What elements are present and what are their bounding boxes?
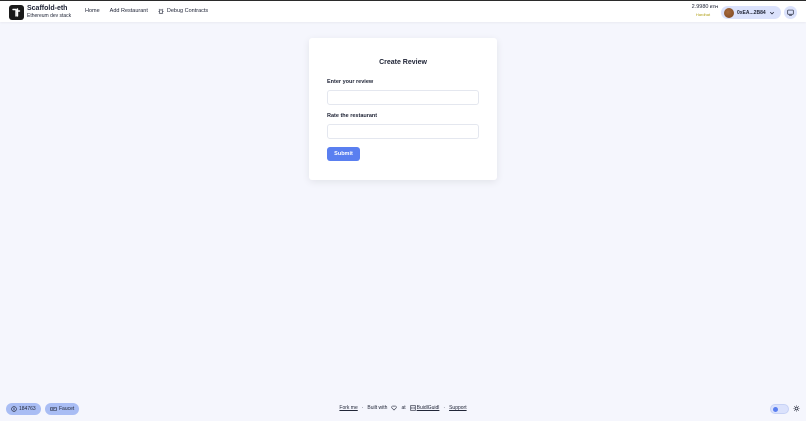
bug-icon [158,8,164,14]
top-header: Scaffold-eth Ethereum dev stack Home Add… [0,0,806,22]
chevron-down-icon [769,11,774,14]
nav-add-restaurant[interactable]: Add Restaurant [105,8,153,14]
network-name: Hardhat [695,11,711,17]
fork-me-link[interactable]: Fork me [339,405,357,411]
built-with-text: Built with [367,405,388,411]
account-button[interactable]: 0xEA...2B84 [721,6,781,19]
qr-code-button[interactable] [784,6,797,19]
brand-title: Scaffold-eth [27,5,68,12]
rating-label: Rate the restaurant [327,113,378,119]
balance-amount: 2.9980 [691,4,709,10]
submit-button[interactable]: Submit [327,147,360,161]
rating-input[interactable] [327,124,479,139]
heart-icon [391,405,398,411]
form-title: Create Review [379,59,427,66]
nav-home[interactable]: Home [80,8,105,14]
buidlguidl-logo-icon [409,405,416,411]
footer-separator-2: · [443,405,446,411]
create-review-card: Create Review Enter your review Rate the… [309,38,497,180]
sun-icon [793,405,800,412]
balance-unit: ETH [710,4,718,9]
at-text: at [401,405,406,411]
main-nav: Home Add Restaurant Debug Contracts [80,8,213,14]
footer-separator: · [361,405,364,411]
review-label: Enter your review [327,79,374,85]
buidlguidl-label: BuidlGuidl [416,405,440,411]
nav-debug-contracts-label: Debug Contracts [166,8,209,14]
account-address: 0xEA...2B84 [737,9,766,16]
nav-debug-contracts[interactable]: Debug Contracts [153,8,213,14]
scaffold-eth-logo[interactable] [9,5,24,20]
avatar [724,7,734,18]
review-input[interactable] [327,90,479,105]
brand[interactable]: Scaffold-eth Ethereum dev stack [27,5,71,19]
footer-links: Fork me · Built with at BuidlGuidl · Sup… [0,405,806,411]
buidlguidl-link[interactable]: BuidlGuidl [409,405,440,411]
support-link[interactable]: Support [449,405,467,411]
toggle-knob [773,407,778,412]
balance-value: 2.9980 ETH [688,4,718,11]
balance-display[interactable]: 2.9980 ETH Hardhat [688,4,718,17]
theme-toggle[interactable] [770,404,789,414]
qr-code-icon [787,9,794,16]
brand-subtitle: Ethereum dev stack [27,13,72,19]
